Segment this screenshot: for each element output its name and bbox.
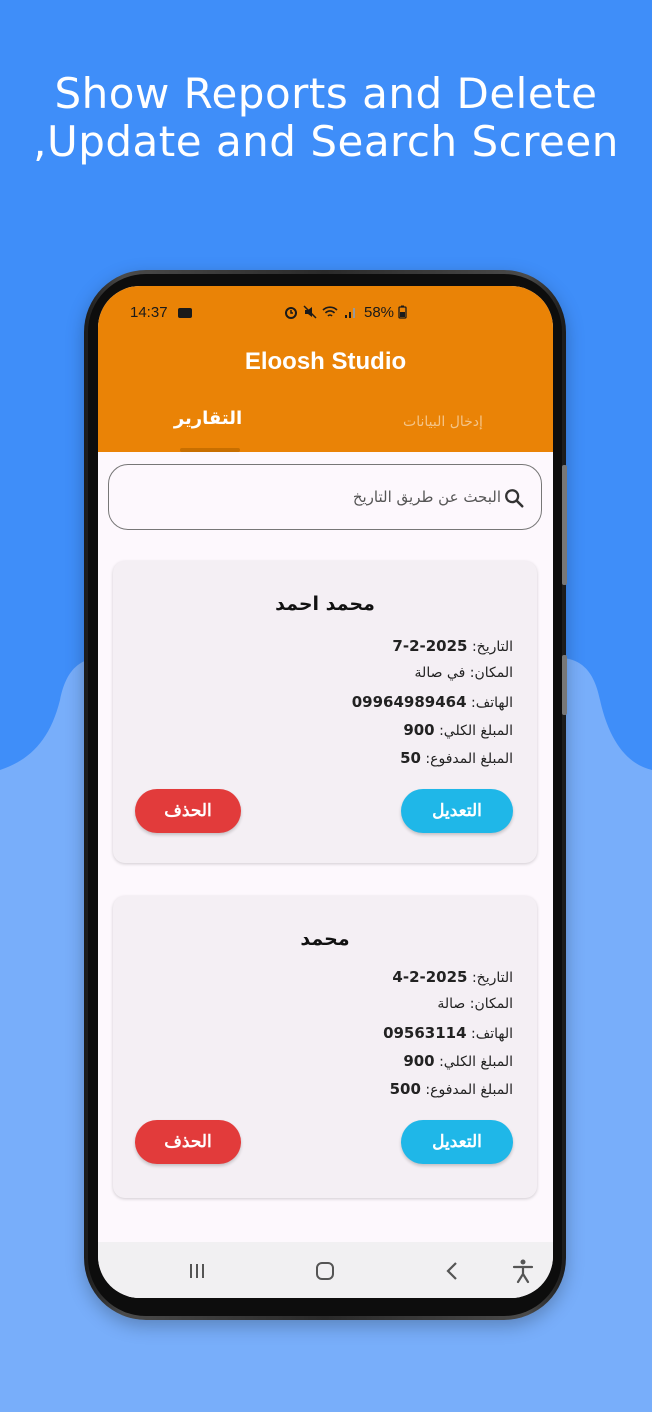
status-time: 14:37 — [130, 304, 168, 321]
paid-value: 500 — [389, 1080, 421, 1098]
status-icons — [284, 304, 358, 321]
video-record-icon — [178, 308, 192, 318]
date-label: التاريخ: — [471, 639, 513, 655]
report-card: محمد احمد التاريخ: 7-2-2025 المكان: في ص… — [113, 561, 537, 863]
signal-icon — [344, 308, 355, 318]
report-card: محمد التاريخ: 4-2-2025 المكان: صالة الها… — [113, 896, 537, 1198]
date-value: 7-2-2025 — [392, 637, 468, 655]
tab-indicator — [180, 448, 240, 452]
mute-icon — [303, 305, 317, 319]
delete-button[interactable]: الحذف — [135, 789, 241, 833]
report-place: المكان: في صالة — [415, 665, 513, 681]
status-bar: 14:37 58% — [98, 302, 553, 324]
system-nav-bar — [98, 1242, 553, 1298]
wifi-icon — [322, 306, 338, 317]
report-phone: الهاتف: 09964989464 — [352, 693, 513, 711]
tab-reports[interactable]: التقارير — [98, 408, 318, 429]
search-input[interactable] — [129, 479, 501, 515]
volume-button — [562, 465, 567, 585]
total-label: المبلغ الكلي: — [439, 1054, 513, 1070]
app-bar: 14:37 58% Eloosh Studio التقارير إدخال ا… — [98, 286, 553, 452]
headline-line-1: Show Reports and Delete — [54, 69, 598, 118]
back-icon[interactable] — [438, 1256, 468, 1286]
phone-screen: 14:37 58% Eloosh Studio التقارير إدخال ا… — [98, 286, 553, 1298]
phone-label: الهاتف: — [471, 695, 513, 711]
search-icon[interactable] — [503, 487, 525, 509]
report-date: التاريخ: 7-2-2025 — [392, 637, 513, 655]
report-total: المبلغ الكلي: 900 — [403, 721, 513, 739]
place-value: صالة — [437, 996, 466, 1012]
place-label: المكان: — [469, 665, 513, 681]
total-label: المبلغ الكلي: — [439, 723, 513, 739]
place-value: في صالة — [414, 665, 466, 681]
report-paid: المبلغ المدفوع: 500 — [390, 1080, 513, 1098]
total-value: 900 — [403, 721, 435, 739]
app-title: Eloosh Studio — [244, 348, 407, 375]
tab-data-entry[interactable]: إدخال البيانات — [333, 414, 553, 430]
paid-value: 50 — [400, 749, 421, 767]
date-label: التاريخ: — [471, 970, 513, 986]
report-place: المكان: صالة — [437, 996, 513, 1012]
report-name: محمد — [300, 928, 350, 950]
phone-value: 09964989464 — [351, 693, 467, 711]
total-value: 900 — [403, 1052, 435, 1070]
battery-level: 58% — [364, 304, 395, 321]
place-label: المكان: — [469, 996, 513, 1012]
paid-label: المبلغ المدفوع: — [425, 751, 513, 767]
status-battery: 58% — [364, 304, 407, 321]
alarm-icon — [285, 307, 297, 319]
report-phone: الهاتف: 09563114 — [383, 1024, 513, 1042]
delete-button[interactable]: الحذف — [135, 1120, 241, 1164]
phone-label: الهاتف: — [471, 1026, 513, 1042]
power-button — [562, 655, 567, 715]
headline: Show Reports and Delete ,Update and Sear… — [0, 70, 652, 166]
report-name: محمد احمد — [275, 593, 375, 615]
paid-label: المبلغ المدفوع: — [425, 1082, 513, 1098]
date-value: 4-2-2025 — [392, 968, 468, 986]
headline-line-2: ,Update and Search Screen — [33, 117, 619, 166]
phone-value: 09563114 — [383, 1024, 467, 1042]
edit-button[interactable]: التعديل — [401, 789, 513, 833]
search-bar — [108, 464, 542, 530]
accessibility-icon[interactable] — [508, 1256, 538, 1286]
battery-icon — [398, 305, 407, 319]
recent-apps-icon[interactable] — [182, 1256, 212, 1286]
report-paid: المبلغ المدفوع: 50 — [400, 749, 513, 767]
report-date: التاريخ: 4-2-2025 — [392, 968, 513, 986]
report-total: المبلغ الكلي: 900 — [403, 1052, 513, 1070]
edit-button[interactable]: التعديل — [401, 1120, 513, 1164]
home-icon[interactable] — [310, 1256, 340, 1286]
